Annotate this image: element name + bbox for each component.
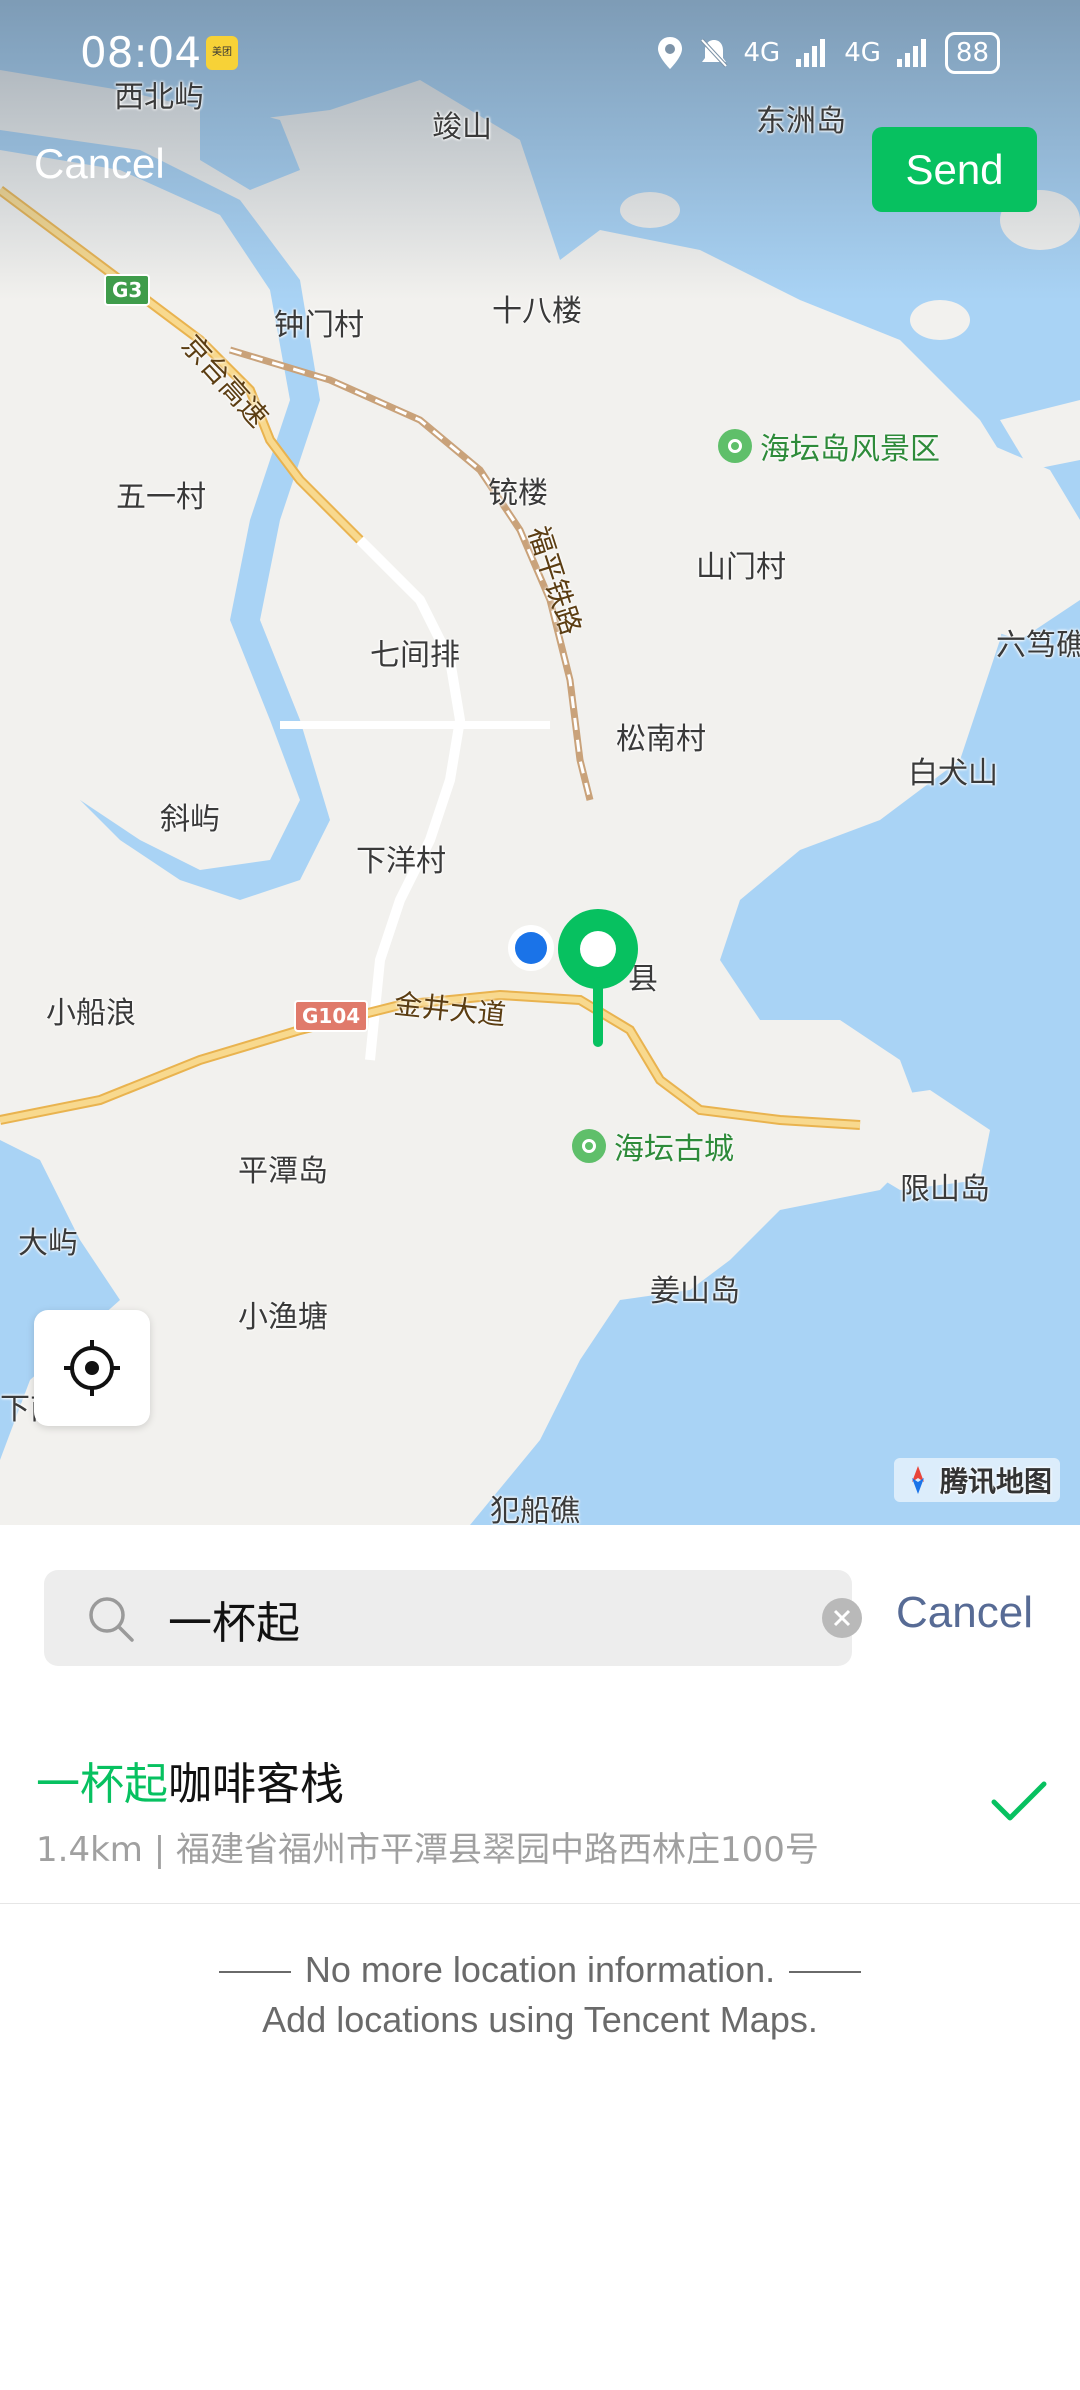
close-icon [833, 1609, 851, 1627]
result-title-highlight: 一杯起 [36, 1759, 168, 1810]
search-box[interactable] [44, 1570, 862, 1668]
map-place-label: 白犬山 [908, 756, 998, 791]
camera-icon [572, 1129, 606, 1163]
footer-line-1-text: No more location information. [304, 1949, 776, 1990]
map-place-label: 姜山岛 [650, 1274, 740, 1309]
meituan-app-icon: 美团 [206, 36, 238, 70]
status-icons: 4G 4G 88 [656, 32, 1000, 74]
search-bar: Cancel [0, 1570, 1080, 1668]
provider-name: 腾讯地图 [939, 1465, 1052, 1498]
location-icon [657, 37, 682, 69]
send-button[interactable]: Send [872, 127, 1037, 212]
current-location-dot [508, 925, 554, 971]
map-poi-label: 海坛岛风景区 [760, 432, 940, 467]
network-type-2: 4G [844, 38, 881, 68]
network-type-1: 4G [743, 38, 781, 68]
map-poi[interactable]: 海坛古城 [572, 1124, 734, 1168]
map-place-label: 大屿 [18, 1226, 78, 1261]
clear-search-icon[interactable] [822, 1598, 862, 1638]
mute-bell-icon [700, 38, 727, 68]
map-place-label: 小船浪 [46, 996, 136, 1031]
map-place-label: 五一村 [116, 480, 206, 515]
map-place-label: 松南村 [616, 722, 706, 757]
map-place-label: 十八楼 [492, 294, 582, 329]
map-place-label: 下洋村 [356, 844, 446, 879]
map-poi-label: 海坛古城 [614, 1132, 734, 1167]
map-place-label: 六笃礁 [996, 628, 1080, 663]
search-icon [89, 1597, 134, 1642]
no-more-results-note: No more location information. Add locati… [0, 1945, 1080, 2045]
map-place-label: 限山岛 [900, 1172, 990, 1207]
highway-shield: G3 [104, 274, 151, 306]
map-place-label: 小渔塘 [238, 1300, 328, 1335]
footer-line-2: Add locations using Tencent Maps. [262, 1999, 818, 2040]
highway-shield: G104 [294, 1000, 369, 1032]
camera-icon [718, 429, 752, 463]
compass-icon [911, 1466, 924, 1494]
battery-level: 88 [944, 32, 1000, 74]
search-input[interactable] [166, 1570, 770, 1668]
result-address: 1.4km | 福建省福州市平潭县翠园中路西林庄100号 [36, 1830, 819, 1870]
map-place-label: 钟门村 [274, 308, 364, 343]
map-place-label: 竣山 [432, 110, 492, 145]
map-place-label: 铳楼 [488, 476, 548, 511]
map-place-label: 东洲岛 [756, 104, 846, 139]
search-cancel-button[interactable]: Cancel [896, 1588, 1033, 1638]
map-place-label: 平潭岛 [238, 1154, 328, 1189]
map-place-label: 山门村 [696, 550, 786, 585]
map-place-label: 斜屿 [160, 802, 220, 837]
footer-line-1: No more location information. [0, 1945, 1080, 1995]
locate-me-button[interactable] [34, 1310, 150, 1426]
map-place-label: 犯船礁 [490, 1494, 580, 1525]
map-view[interactable]: 西北屿 竣山 东洲岛 钟门村 十八楼 五一村 铳楼 山门村 六笃礁 七间排 松南… [0, 0, 1080, 1525]
map-place-label: 七间排 [370, 638, 460, 673]
map-pin-icon[interactable] [556, 907, 640, 1047]
tencent-maps-logo: 腾讯地图 [893, 1458, 1060, 1502]
signal-icon [896, 39, 926, 67]
status-time: 08:04 [80, 28, 202, 77]
result-title-rest: 咖啡客栈 [168, 1759, 344, 1810]
cancel-button[interactable]: Cancel [34, 140, 165, 188]
checkmark-icon [991, 1781, 1047, 1821]
map-poi[interactable]: 海坛岛风景区 [718, 424, 940, 468]
signal-icon [796, 39, 826, 67]
status-bar: 08:04 美团 4G 4G 88 [0, 20, 1080, 90]
location-result-item[interactable]: 一杯起咖啡客栈 1.4km | 福建省福州市平潭县翠园中路西林庄100号 [0, 1700, 1080, 1904]
crosshair-icon [64, 1340, 120, 1396]
result-title: 一杯起咖啡客栈 [36, 1748, 344, 1812]
